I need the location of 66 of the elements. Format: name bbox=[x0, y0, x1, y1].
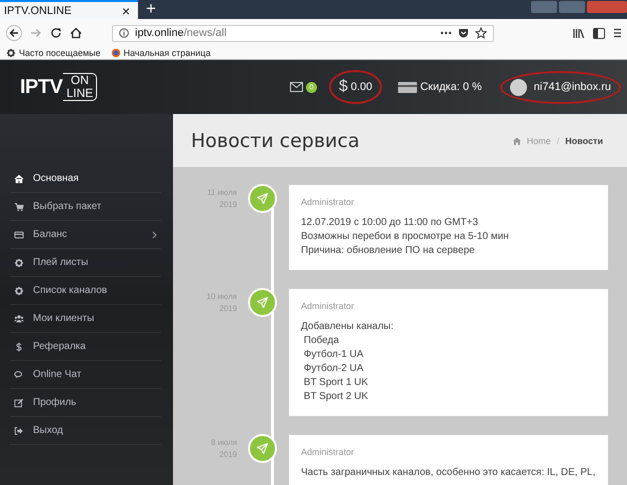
chevron-right-icon bbox=[152, 230, 157, 238]
dollar-icon bbox=[14, 342, 24, 352]
star-icon[interactable] bbox=[475, 27, 487, 39]
post-text: 12.07.2019 с 10:00 до 11:00 по GMT+3 bbox=[301, 216, 480, 230]
sidebar-item[interactable]: Список каналов bbox=[10, 277, 161, 305]
discount-label: Скидка: 0 % bbox=[420, 81, 482, 93]
credit-card-icon bbox=[14, 230, 24, 240]
gear-icon bbox=[14, 286, 24, 296]
dollar-sign: $ bbox=[338, 78, 348, 96]
url-text: iptv.online/news/all bbox=[135, 27, 227, 39]
page-title: Новости сервиса bbox=[191, 130, 360, 152]
post-text: Причина: обновление ПО на сервере bbox=[301, 244, 476, 258]
gear-icon bbox=[14, 258, 24, 268]
browser-tab[interactable]: IPTV.ONLINE × bbox=[0, 0, 138, 19]
users-icon bbox=[14, 314, 24, 324]
mail-icon[interactable] bbox=[290, 82, 303, 92]
new-tab-button[interactable]: + bbox=[138, 0, 164, 19]
more-icon[interactable] bbox=[440, 31, 452, 35]
post-author: Administrator bbox=[301, 197, 356, 207]
post-author: Administrator bbox=[301, 447, 356, 457]
home-icon bbox=[14, 174, 24, 184]
sidebar-icon[interactable] bbox=[593, 28, 605, 38]
sidebar-item[interactable]: Выход bbox=[10, 417, 161, 445]
post-text: BT Sport 1 UK bbox=[302, 376, 370, 390]
sidebar-item[interactable]: Баланс bbox=[10, 221, 161, 249]
breadcrumb-separator: / bbox=[556, 136, 560, 146]
firefox-icon bbox=[110, 48, 120, 58]
cart-icon bbox=[14, 202, 24, 212]
sidebar-item[interactable]: Мои клиенты bbox=[10, 305, 161, 333]
sidebar-item[interactable]: Рефералка bbox=[10, 333, 161, 361]
address-bar[interactable]: iptv.online/news/all bbox=[112, 24, 494, 42]
sidebar-item[interactable]: Плей листы bbox=[10, 249, 161, 277]
bookmark-link[interactable]: Часто посещаемые bbox=[19, 48, 100, 58]
user-avatar[interactable] bbox=[510, 78, 527, 96]
paper-plane-icon bbox=[257, 443, 268, 454]
user-email[interactable]: ni741@inbox.ru bbox=[534, 81, 611, 93]
library-icon[interactable] bbox=[573, 28, 585, 38]
home-icon bbox=[512, 136, 521, 144]
pocket-icon[interactable] bbox=[458, 28, 469, 38]
info-icon bbox=[119, 28, 129, 38]
sidebar-item[interactable]: Выбрать пакет bbox=[10, 193, 161, 221]
post-text: Футбол-2 UA bbox=[302, 362, 364, 376]
post-text: Часть заграничных каналов, особенно это касается: IL, DE, PL, bbox=[301, 466, 596, 480]
logout-icon bbox=[14, 426, 24, 436]
edit-icon bbox=[14, 398, 24, 408]
sidebar-item[interactable]: Профиль bbox=[10, 389, 161, 417]
chat-icon bbox=[14, 370, 24, 380]
post-author: Administrator bbox=[301, 301, 356, 311]
close-tab-icon[interactable]: × bbox=[122, 2, 130, 18]
post-text: Победа bbox=[302, 334, 340, 348]
post-text: Добавлены каналы: bbox=[301, 320, 395, 334]
balance-amount[interactable]: 0.00 bbox=[350, 81, 372, 93]
card-icon bbox=[398, 82, 418, 92]
reload-icon[interactable] bbox=[50, 27, 62, 39]
back-icon[interactable] bbox=[6, 25, 22, 41]
sidebar-item[interactable]: Online Чат bbox=[10, 361, 161, 389]
paper-plane-icon bbox=[257, 297, 268, 308]
post-text: Возможны перебои в просмотре на 5-10 мин bbox=[301, 230, 510, 244]
menu-icon[interactable] bbox=[613, 28, 621, 38]
post-text: Футбол-1 UA bbox=[302, 348, 364, 362]
sidebar-item[interactable]: Основная bbox=[10, 165, 161, 193]
bookmark-link[interactable]: Начальная страница bbox=[124, 48, 211, 58]
gear-icon bbox=[6, 48, 16, 58]
post-text: BT Sport 2 UK bbox=[302, 390, 370, 404]
paper-plane-icon bbox=[257, 193, 268, 204]
home-icon[interactable] bbox=[70, 27, 82, 39]
